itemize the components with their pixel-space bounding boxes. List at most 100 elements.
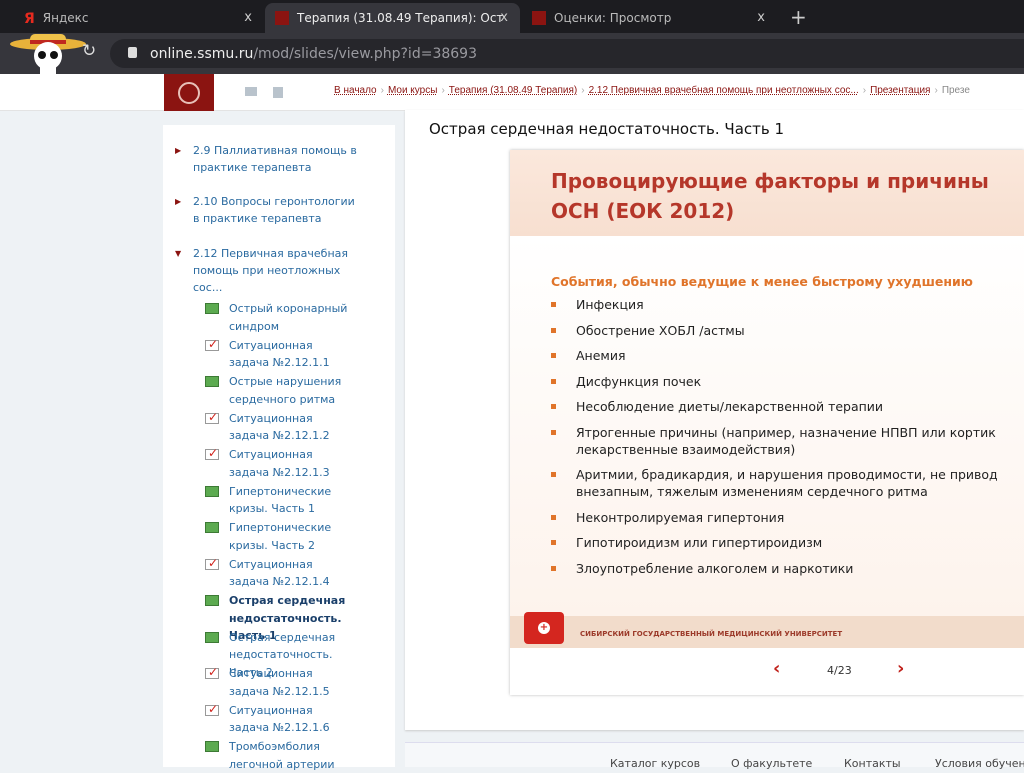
slide-bullet: Злоупотребление алкоголем и наркотики — [551, 560, 998, 577]
slide-bullet: Обострение ХОБЛ /астмы — [551, 322, 998, 339]
sidebar-item[interactable]: Острый коронарный синдром — [205, 300, 355, 335]
sidebar-item[interactable]: Ситуационная задача №2.12.1.3 — [205, 445, 355, 481]
sidebar-item-label: Острый коронарный синдром — [229, 302, 348, 333]
course-sidebar: ▶ 2.9 Паллиативная помощь в практике тера… — [163, 125, 395, 771]
url-host: online.ssmu.ru — [150, 45, 254, 62]
assignment-icon — [205, 409, 219, 426]
footer-link-about[interactable]: О факультете — [731, 757, 812, 770]
university-name: СИБИРСКИЙ ГОСУДАРСТВЕННЫЙ МЕДИЦИНСКИЙ УН… — [580, 630, 843, 638]
lock-icon — [128, 47, 137, 58]
section-label: 2.12 Первичная врачебная помощь при неот… — [193, 247, 348, 294]
sidebar-item[interactable]: Острые нарушения сердечного ритма — [205, 373, 355, 408]
slide-bullet: Аритмии, брадикардия, и нарушения провод… — [551, 466, 998, 500]
slide-viewer: Провоцирующие факторы и причины ОСН (ЕОК … — [510, 150, 1024, 695]
slide-footer: + СИБИРСКИЙ ГОСУДАРСТВЕННЫЙ МЕДИЦИНСКИЙ … — [510, 612, 1024, 648]
slide-pager: ‹ 4/23 › — [510, 648, 1024, 695]
url-field[interactable]: online.ssmu.ru/mod/slides/view.php?id=38… — [110, 39, 1024, 68]
breadcrumb-section[interactable]: 2.12 Первичная врачебная помощь при неот… — [589, 85, 859, 96]
section-2-12[interactable]: ▼ 2.12 Первичная врачебная помощь при нео… — [175, 245, 358, 296]
address-bar-area: online.ssmu.ru/mod/slides/view.php?id=38… — [0, 33, 1024, 74]
sidebar-item[interactable]: Гипертонические кризы. Часть 2 — [205, 519, 355, 554]
first-aid-kit-icon: + — [524, 612, 564, 644]
tab-label: Терапия (31.08.49 Терапия): Ост — [297, 11, 504, 25]
ssmu-icon — [532, 11, 546, 25]
close-tab-icon[interactable]: x — [500, 10, 508, 25]
slide-heading: ОСН (ЕОК 2012) — [551, 199, 735, 223]
section-2-10[interactable]: ▶ 2.10 Вопросы геронтологии в практике те… — [175, 193, 358, 227]
assignment-icon — [205, 701, 219, 718]
breadcrumb-home[interactable]: В начало — [334, 85, 377, 96]
sidebar-item-label: Ситуационная задача №2.12.1.2 — [229, 411, 330, 443]
sidebar-item[interactable]: Ситуационная задача №2.12.1.6 — [205, 701, 355, 737]
prev-slide-button[interactable]: ‹ — [773, 658, 780, 679]
slides-icon — [205, 595, 219, 606]
assignment-icon — [205, 336, 219, 353]
reload-icon[interactable]: ↻ — [82, 41, 96, 61]
mail-icon[interactable] — [245, 87, 257, 96]
sidebar-item[interactable]: Ситуационная задача №2.12.1.5 — [205, 664, 355, 700]
breadcrumb: В начало › Мои курсы › Терапия (31.08.49 Тер… — [334, 85, 970, 96]
close-tab-icon[interactable]: x — [244, 10, 252, 25]
sidebar-item-label: Ситуационная задача №2.12.1.3 — [229, 448, 330, 479]
slides-icon — [205, 522, 219, 533]
sidebar-item-label: Тромбоэмболия легочной артерии — [229, 740, 335, 771]
slide-bullet: Несоблюдение диеты/лекарственной терапии — [551, 398, 998, 415]
expanded-arrow-icon: ▼ — [175, 249, 182, 258]
tab-bar: Я Яндекс x Терапия (31.08.49 Терапия): О… — [0, 0, 1024, 33]
slide-bullet: Гипотироидизм или гипертироидизм — [551, 534, 998, 551]
slide-lead: События, обычно ведущие к менее быстрому… — [551, 274, 973, 289]
sidebar-item-label: Острые нарушения сердечного ритма — [229, 375, 342, 406]
slides-icon — [205, 303, 219, 314]
slides-icon — [205, 741, 219, 752]
sidebar-item-label: Ситуационная задача №2.12.1.6 — [229, 703, 330, 735]
collapsed-arrow-icon: ▶ — [175, 197, 182, 206]
breadcrumb-presentation[interactable]: Презентация — [870, 85, 930, 96]
slide-bullet: Ятрогенные причины (например, назначение… — [551, 424, 998, 458]
site-header: В начало › Мои курсы › Терапия (31.08.49 Тер… — [0, 74, 1024, 111]
yandex-icon: Я — [24, 11, 35, 27]
sidebar-item-label: Ситуационная задача №2.12.1.4 — [229, 557, 330, 589]
tab-label: Оценки: Просмотр — [554, 11, 672, 25]
ssmu-icon — [275, 11, 289, 25]
collapsed-arrow-icon: ▶ — [175, 146, 182, 155]
sidebar-item-label: Ситуационная задача №2.12.1.1 — [229, 338, 330, 370]
slide-bullet: Анемия — [551, 347, 998, 364]
breadcrumb-course[interactable]: Терапия (31.08.49 Терапия) — [449, 85, 577, 96]
sidebar-item-label: Гипертонические кризы. Часть 1 — [229, 484, 332, 516]
sidebar-item-label: Гипертонические кризы. Часть 2 — [229, 521, 332, 552]
section-label: 2.9 Паллиативная помощь в практике терап… — [193, 144, 357, 174]
tab-grades[interactable]: Оценки: Просмотр x — [522, 3, 777, 33]
section-2-9[interactable]: ▶ 2.9 Паллиативная помощь в практике тера… — [175, 142, 358, 176]
sidebar-item[interactable]: Ситуационная задача №2.12.1.4 — [205, 555, 355, 591]
sidebar-item-label: Ситуационная задача №2.12.1.5 — [229, 667, 330, 698]
footer-link-catalog[interactable]: Каталог курсов — [610, 757, 700, 770]
slides-icon — [205, 485, 219, 497]
footer-link-terms[interactable]: Условия обучения — [935, 757, 1024, 770]
page-title: Острая сердечная недостаточность. Часть … — [429, 120, 785, 138]
next-slide-button[interactable]: › — [897, 658, 904, 679]
sidebar-item[interactable]: Тромбоэмболия легочной артерии — [205, 738, 355, 773]
calendar-icon[interactable] — [273, 87, 283, 98]
university-logo[interactable] — [164, 74, 214, 111]
sidebar-item[interactable]: Ситуационная задача №2.12.1.2 — [205, 409, 355, 445]
tab-yandex[interactable]: Я Яндекс x — [14, 3, 264, 33]
new-tab-button[interactable]: + — [790, 5, 807, 29]
tab-label: Яндекс — [42, 11, 89, 25]
page-indicator: 4/23 — [827, 664, 852, 677]
slide-header: Провоцирующие факторы и причины ОСН (ЕОК … — [510, 150, 1024, 236]
main-content: Острая сердечная недостаточность. Часть … — [405, 110, 1024, 730]
close-tab-icon[interactable]: x — [757, 10, 765, 25]
slide-bullets: Инфекция Обострение ХОБЛ /астмы Анемия Дисф… — [551, 296, 998, 585]
sidebar-item[interactable]: Ситуационная задача №2.12.1.1 — [205, 336, 355, 372]
slide-body: События, обычно ведущие к менее быстрому… — [510, 236, 1024, 616]
slide-bullet: Инфекция — [551, 296, 998, 313]
footer-link-contacts[interactable]: Контакты — [844, 757, 901, 770]
assignment-icon — [205, 445, 219, 463]
tab-therapy[interactable]: Терапия (31.08.49 Терапия): Ост x — [265, 3, 520, 33]
breadcrumb-my-courses[interactable]: Мои курсы — [388, 85, 438, 96]
slide-heading: Провоцирующие факторы и причины — [551, 169, 989, 193]
sidebar-item[interactable]: Гипертонические кризы. Часть 1 — [205, 483, 355, 518]
back-button-skull-icon[interactable] — [8, 30, 88, 76]
slides-icon — [205, 631, 219, 643]
slide-bullet: Дисфункция почек — [551, 373, 998, 390]
